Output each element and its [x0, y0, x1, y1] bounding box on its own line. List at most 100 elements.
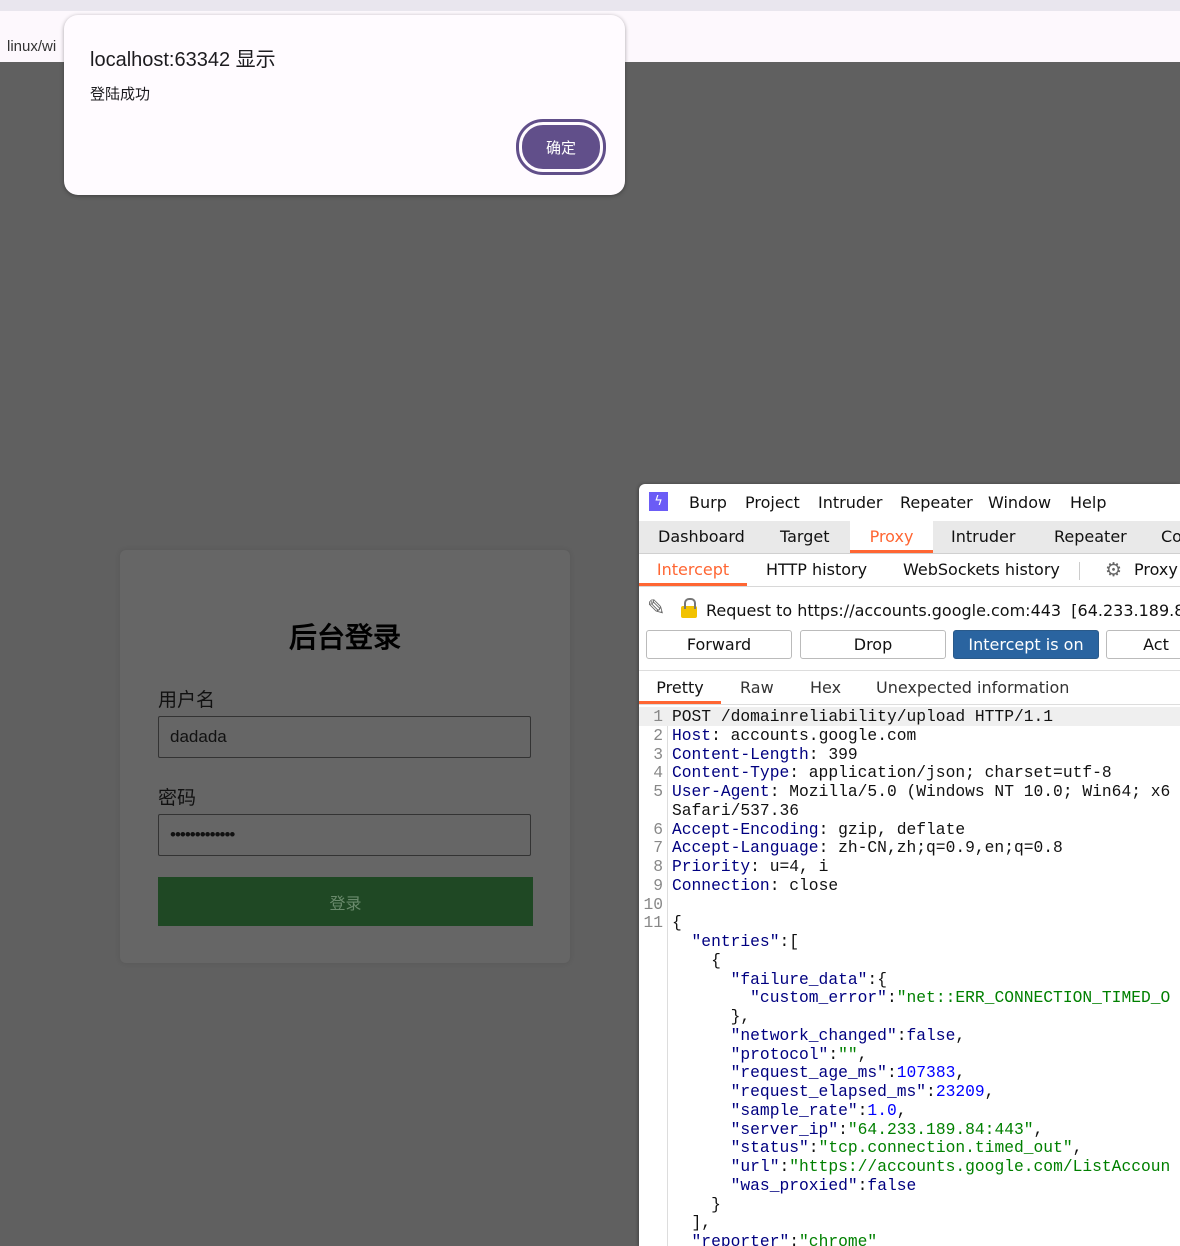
dialog-title: localhost:63342 显示: [90, 49, 276, 71]
tab-dashboard[interactable]: Dashboard: [658, 521, 745, 553]
code-line[interactable]: "url":"https://accounts.google.com/ListA…: [639, 1157, 1180, 1176]
action-button[interactable]: Act: [1106, 630, 1180, 659]
code-line[interactable]: Safari/537.36: [639, 801, 1180, 820]
address-text[interactable]: linux/wi: [7, 38, 56, 55]
code-token: :: [789, 1232, 800, 1246]
line-code: Content-Type: application/json; charset=…: [672, 763, 1112, 782]
code-token: "request_elapsed_ms": [672, 1082, 927, 1101]
code-token: "protocol": [672, 1044, 829, 1064]
code-line[interactable]: 11 {: [639, 913, 1180, 932]
code-token: "failure_data": [672, 969, 868, 989]
code-line[interactable]: 2 Host: accounts.google.com: [639, 726, 1180, 745]
code-line[interactable]: "entries":[: [639, 932, 1180, 951]
line-number: 5: [653, 782, 663, 801]
code-token: "https://accounts.google.com/ListAccoun: [789, 1157, 1171, 1176]
code-token: :: [828, 1044, 839, 1064]
code-line[interactable]: 3 Content-Length: 399: [639, 745, 1180, 764]
code-token: }: [672, 1194, 721, 1214]
line-number: 8: [653, 857, 663, 876]
tab-raw[interactable]: Raw: [740, 671, 774, 704]
code-line[interactable]: 7 Accept-Language: zh-CN,zh;q=0.9,en;q=0.…: [639, 838, 1180, 857]
code-token: {: [672, 950, 721, 970]
code-token: false: [906, 1025, 956, 1045]
main-tabs: Dashboard Target Proxy Intruder Repeater…: [639, 521, 1180, 554]
code-line[interactable]: "request_elapsed_ms":23209,: [639, 1082, 1180, 1101]
line-code: User-Agent: Mozilla/5.0 (Windows NT 10.0…: [672, 782, 1170, 801]
burp-suite-window: ϟ Burp Project Intruder Repeater Window …: [639, 484, 1180, 1246]
code-token: POST /domainreliability/upload HTTP/1.1: [672, 707, 1054, 726]
tab-intruder[interactable]: Intruder: [951, 521, 1015, 553]
code-token: ,: [857, 1044, 868, 1064]
login-title: 后台登录: [288, 622, 401, 653]
code-token: : Mozilla/5.0 (Windows NT 10.0; Win64; x…: [769, 782, 1171, 801]
code-token: : u=4, i: [750, 857, 829, 876]
drop-button[interactable]: Drop: [800, 630, 946, 659]
line-number: 10: [643, 894, 663, 914]
code-line[interactable]: "request_age_ms":107383,: [639, 1063, 1180, 1082]
tab-intercept[interactable]: Intercept: [639, 554, 747, 586]
proxy-settings-button[interactable]: Proxy: [1134, 554, 1178, 586]
dialog-ok-button[interactable]: 确定: [516, 119, 606, 175]
code-line[interactable]: 1 POST /domainreliability/upload HTTP/1.1: [639, 707, 1180, 726]
tab-pretty[interactable]: Pretty: [639, 671, 721, 704]
tab-target[interactable]: Target: [780, 521, 830, 553]
code-line[interactable]: 8 Priority: u=4, i: [639, 857, 1180, 876]
code-line[interactable]: 10: [639, 895, 1180, 914]
request-editor[interactable]: 1 POST /domainreliability/upload HTTP/1.1…: [639, 707, 1180, 1246]
browser-tab-strip: [0, 0, 1180, 11]
line-code: "server_ip":"64.233.189.84:443",: [672, 1120, 1044, 1139]
tab-hex[interactable]: Hex: [810, 671, 841, 704]
code-line[interactable]: "protocol":"",: [639, 1045, 1180, 1064]
login-button[interactable]: 登录: [158, 877, 533, 926]
tab-repeater[interactable]: Repeater: [1054, 521, 1127, 553]
username-input[interactable]: dadada: [158, 716, 531, 758]
tab-collaborator[interactable]: Co: [1161, 521, 1180, 553]
code-line[interactable]: "server_ip":"64.233.189.84:443",: [639, 1120, 1180, 1139]
line-code: "sample_rate":1.0,: [672, 1101, 907, 1120]
gear-icon[interactable]: ⚙: [1105, 554, 1122, 586]
menu-project[interactable]: Project: [745, 493, 800, 512]
code-line[interactable]: "was_proxied":false: [639, 1176, 1180, 1195]
menu-window[interactable]: Window: [988, 493, 1051, 512]
code-line[interactable]: }: [639, 1195, 1180, 1214]
menu-burp[interactable]: Burp: [689, 493, 727, 512]
code-line[interactable]: 4 Content-Type: application/json; charset…: [639, 763, 1180, 782]
code-token: "": [838, 1044, 858, 1064]
code-line[interactable]: ],: [639, 1213, 1180, 1232]
code-line[interactable]: 6 Accept-Encoding: gzip, deflate: [639, 820, 1180, 839]
code-line[interactable]: "custom_error":"net::ERR_CONNECTION_TIME…: [639, 988, 1180, 1007]
code-line[interactable]: "status":"tcp.connection.timed_out",: [639, 1138, 1180, 1157]
code-token: Accept-Language: [672, 838, 819, 858]
tab-websockets-history[interactable]: WebSockets history: [903, 554, 1060, 586]
password-input[interactable]: •••••••••••••: [158, 814, 531, 856]
code-line[interactable]: },: [639, 1007, 1180, 1026]
code-line[interactable]: "reporter":"chrome": [639, 1232, 1180, 1246]
code-token: 23209: [935, 1082, 985, 1101]
pencil-icon[interactable]: ✎: [647, 596, 665, 621]
line-code: Content-Length: 399: [672, 745, 858, 764]
code-line[interactable]: {: [639, 951, 1180, 970]
code-line[interactable]: "failure_data":{: [639, 970, 1180, 989]
line-code: "protocol":"",: [672, 1044, 868, 1064]
code-token: : close: [769, 875, 839, 895]
code-line[interactable]: "network_changed":false,: [639, 1026, 1180, 1045]
menu-help[interactable]: Help: [1070, 493, 1106, 512]
menu-intruder[interactable]: Intruder: [818, 493, 882, 512]
intercept-toggle-button[interactable]: Intercept is on: [953, 630, 1099, 659]
tab-proxy[interactable]: Proxy: [850, 521, 933, 553]
code-token: :: [886, 988, 897, 1008]
line-code: Safari/537.36: [672, 801, 799, 820]
code-line[interactable]: 5 User-Agent: Mozilla/5.0 (Windows NT 10.…: [639, 782, 1180, 801]
tab-unexpected-information[interactable]: Unexpected information: [876, 671, 1069, 704]
line-code: Priority: u=4, i: [672, 857, 828, 876]
request-target: Request to https://accounts.google.com:4…: [706, 601, 1180, 620]
code-token: :: [857, 1100, 868, 1120]
code-line[interactable]: "sample_rate":1.0,: [639, 1101, 1180, 1120]
menu-bar: ϟ Burp Project Intruder Repeater Window …: [639, 484, 1180, 521]
menu-repeater[interactable]: Repeater: [900, 493, 973, 512]
line-number: 2: [653, 725, 663, 745]
forward-button[interactable]: Forward: [646, 630, 792, 659]
tab-http-history[interactable]: HTTP history: [766, 554, 867, 586]
code-token: Host: [672, 725, 712, 745]
code-line[interactable]: 9 Connection: close: [639, 876, 1180, 895]
